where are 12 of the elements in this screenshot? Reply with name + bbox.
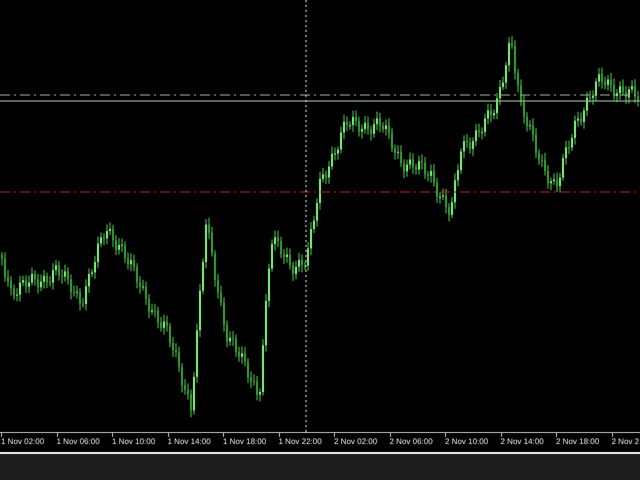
time-axis-label: 1 Nov 22:00 (278, 437, 322, 446)
time-axis-label: 1 Nov 02:00 (1, 437, 44, 446)
time-axis-label: 1 Nov 14:00 (168, 437, 211, 446)
time-axis-label: 2 Nov 10:00 (445, 437, 488, 446)
time-axis-label: 2 Nov 14:00 (500, 437, 544, 446)
time-axis-label: 1 Nov 18:00 (223, 437, 266, 446)
time-axis-label: 2 Nov 02:00 (334, 437, 378, 446)
time-axis-label: 2 Nov 2 (612, 437, 640, 446)
time-axis-label: 2 Nov 06:00 (390, 437, 433, 446)
time-axis-label: 2 Nov 18:00 (556, 437, 600, 446)
time-axis-label: 1 Nov 06:00 (56, 437, 100, 446)
time-axis-label: 1 Nov 10:00 (112, 437, 156, 446)
